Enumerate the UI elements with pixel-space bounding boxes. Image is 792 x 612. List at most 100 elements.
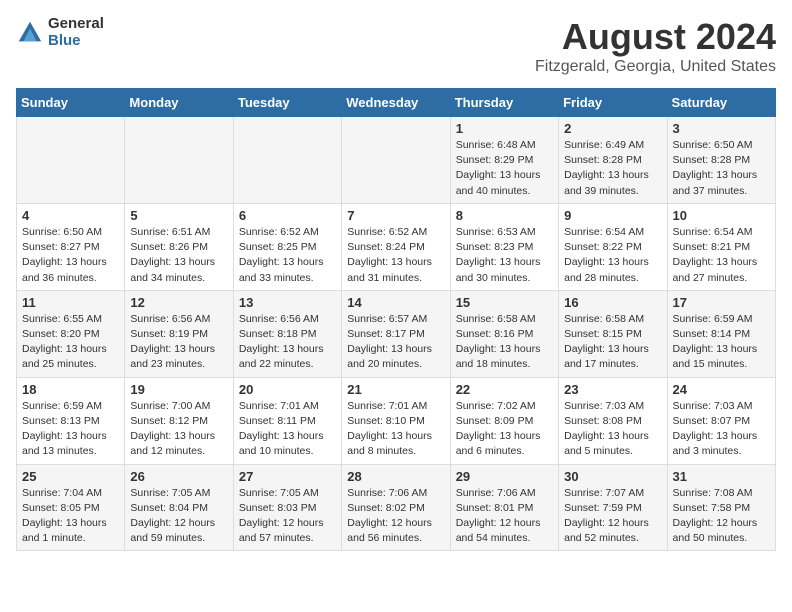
calendar-cell: 31 Sunrise: 7:08 AM Sunset: 7:58 PM Dayli…	[667, 464, 775, 551]
calendar-cell: 3Sunrise: 6:50 AM Sunset: 8:28 PM Daylig…	[667, 117, 775, 204]
day-number: 30	[564, 469, 661, 484]
day-detail: Sunrise: 6:52 AM Sunset: 8:25 PM Dayligh…	[239, 225, 336, 286]
day-detail: Sunrise: 6:52 AM Sunset: 8:24 PM Dayligh…	[347, 225, 444, 286]
calendar-week-5: 25 Sunrise: 7:04 AM Sunset: 8:05 PM Dayli…	[17, 464, 776, 551]
calendar-cell	[125, 117, 233, 204]
calendar-cell: 22Sunrise: 7:02 AM Sunset: 8:09 PM Dayli…	[450, 377, 558, 464]
day-number: 19	[130, 382, 227, 397]
day-detail: Sunrise: 6:53 AM Sunset: 8:23 PM Dayligh…	[456, 225, 553, 286]
calendar-cell: 26 Sunrise: 7:05 AM Sunset: 8:04 PM Dayli…	[125, 464, 233, 551]
day-number: 21	[347, 382, 444, 397]
calendar-cell: 24 Sunrise: 7:03 AM Sunset: 8:07 PM Dayli…	[667, 377, 775, 464]
day-detail: Sunrise: 6:51 AM Sunset: 8:26 PM Dayligh…	[130, 225, 227, 286]
calendar-cell: 10Sunrise: 6:54 AM Sunset: 8:21 PM Dayli…	[667, 203, 775, 290]
calendar-cell: 1 Sunrise: 6:48 AM Sunset: 8:29 PM Daylig…	[450, 117, 558, 204]
header-friday: Friday	[559, 89, 667, 117]
title-block: August 2024 Fitzgerald, Georgia, United …	[535, 16, 776, 76]
main-title: August 2024	[535, 16, 776, 58]
day-detail: Sunrise: 7:03 AM Sunset: 8:08 PM Dayligh…	[564, 399, 661, 460]
day-detail: Sunrise: 7:03 AM Sunset: 8:07 PM Dayligh…	[673, 399, 770, 460]
header-row: Sunday Monday Tuesday Wednesday Thursday…	[17, 89, 776, 117]
calendar-cell: 14 Sunrise: 6:57 AM Sunset: 8:17 PM Dayli…	[342, 290, 450, 377]
calendar-cell: 25 Sunrise: 7:04 AM Sunset: 8:05 PM Dayli…	[17, 464, 125, 551]
day-number: 1	[456, 121, 553, 136]
day-number: 22	[456, 382, 553, 397]
day-detail: Sunrise: 6:49 AM Sunset: 8:28 PM Dayligh…	[564, 138, 661, 199]
subtitle: Fitzgerald, Georgia, United States	[535, 58, 776, 76]
calendar-cell: 18Sunrise: 6:59 AM Sunset: 8:13 PM Dayli…	[17, 377, 125, 464]
day-number: 3	[673, 121, 770, 136]
calendar-cell: 23Sunrise: 7:03 AM Sunset: 8:08 PM Dayli…	[559, 377, 667, 464]
header-saturday: Saturday	[667, 89, 775, 117]
header-monday: Monday	[125, 89, 233, 117]
calendar-week-2: 4Sunrise: 6:50 AM Sunset: 8:27 PM Daylig…	[17, 203, 776, 290]
day-number: 24	[673, 382, 770, 397]
day-number: 25	[22, 469, 119, 484]
day-number: 5	[130, 208, 227, 223]
calendar-cell	[17, 117, 125, 204]
day-number: 28	[347, 469, 444, 484]
calendar-cell: 20 Sunrise: 7:01 AM Sunset: 8:11 PM Dayli…	[233, 377, 341, 464]
calendar-cell	[233, 117, 341, 204]
calendar-header: Sunday Monday Tuesday Wednesday Thursday…	[17, 89, 776, 117]
day-number: 8	[456, 208, 553, 223]
day-detail: Sunrise: 6:50 AM Sunset: 8:27 PM Dayligh…	[22, 225, 119, 286]
day-number: 6	[239, 208, 336, 223]
calendar-cell: 19 Sunrise: 7:00 AM Sunset: 8:12 PM Dayli…	[125, 377, 233, 464]
calendar-cell: 12 Sunrise: 6:56 AM Sunset: 8:19 PM Dayli…	[125, 290, 233, 377]
day-number: 31	[673, 469, 770, 484]
day-detail: Sunrise: 6:56 AM Sunset: 8:19 PM Dayligh…	[130, 312, 227, 373]
day-detail: Sunrise: 6:48 AM Sunset: 8:29 PM Dayligh…	[456, 138, 553, 199]
calendar-cell: 16 Sunrise: 6:58 AM Sunset: 8:15 PM Dayli…	[559, 290, 667, 377]
day-number: 12	[130, 295, 227, 310]
day-detail: Sunrise: 7:04 AM Sunset: 8:05 PM Dayligh…	[22, 486, 119, 547]
logo: General Blue	[16, 16, 104, 49]
day-detail: Sunrise: 6:58 AM Sunset: 8:15 PM Dayligh…	[564, 312, 661, 373]
logo-icon	[16, 19, 44, 47]
day-number: 13	[239, 295, 336, 310]
logo-general-text: General	[48, 16, 104, 33]
header-thursday: Thursday	[450, 89, 558, 117]
day-number: 15	[456, 295, 553, 310]
calendar-cell: 21 Sunrise: 7:01 AM Sunset: 8:10 PM Dayli…	[342, 377, 450, 464]
logo-text: General Blue	[48, 16, 104, 49]
calendar-cell: 13Sunrise: 6:56 AM Sunset: 8:18 PM Dayli…	[233, 290, 341, 377]
day-detail: Sunrise: 7:00 AM Sunset: 8:12 PM Dayligh…	[130, 399, 227, 460]
calendar-cell	[342, 117, 450, 204]
day-number: 20	[239, 382, 336, 397]
header-sunday: Sunday	[17, 89, 125, 117]
day-number: 7	[347, 208, 444, 223]
calendar-cell: 29 Sunrise: 7:06 AM Sunset: 8:01 PM Dayli…	[450, 464, 558, 551]
day-number: 9	[564, 208, 661, 223]
day-detail: Sunrise: 6:59 AM Sunset: 8:14 PM Dayligh…	[673, 312, 770, 373]
day-detail: Sunrise: 7:01 AM Sunset: 8:10 PM Dayligh…	[347, 399, 444, 460]
day-number: 14	[347, 295, 444, 310]
day-detail: Sunrise: 7:01 AM Sunset: 8:11 PM Dayligh…	[239, 399, 336, 460]
day-detail: Sunrise: 6:57 AM Sunset: 8:17 PM Dayligh…	[347, 312, 444, 373]
logo-blue-text: Blue	[48, 33, 104, 50]
day-number: 17	[673, 295, 770, 310]
day-detail: Sunrise: 7:07 AM Sunset: 7:59 PM Dayligh…	[564, 486, 661, 547]
day-detail: Sunrise: 7:08 AM Sunset: 7:58 PM Dayligh…	[673, 486, 770, 547]
header-wednesday: Wednesday	[342, 89, 450, 117]
calendar-table: Sunday Monday Tuesday Wednesday Thursday…	[16, 88, 776, 551]
day-number: 29	[456, 469, 553, 484]
calendar-cell: 9Sunrise: 6:54 AM Sunset: 8:22 PM Daylig…	[559, 203, 667, 290]
day-number: 16	[564, 295, 661, 310]
header-tuesday: Tuesday	[233, 89, 341, 117]
day-number: 18	[22, 382, 119, 397]
day-detail: Sunrise: 7:06 AM Sunset: 8:01 PM Dayligh…	[456, 486, 553, 547]
calendar-cell: 17 Sunrise: 6:59 AM Sunset: 8:14 PM Dayli…	[667, 290, 775, 377]
day-detail: Sunrise: 7:05 AM Sunset: 8:04 PM Dayligh…	[130, 486, 227, 547]
day-number: 26	[130, 469, 227, 484]
calendar-cell: 27Sunrise: 7:05 AM Sunset: 8:03 PM Dayli…	[233, 464, 341, 551]
day-detail: Sunrise: 7:05 AM Sunset: 8:03 PM Dayligh…	[239, 486, 336, 547]
calendar-cell: 15Sunrise: 6:58 AM Sunset: 8:16 PM Dayli…	[450, 290, 558, 377]
calendar-week-3: 11Sunrise: 6:55 AM Sunset: 8:20 PM Dayli…	[17, 290, 776, 377]
calendar-cell: 2Sunrise: 6:49 AM Sunset: 8:28 PM Daylig…	[559, 117, 667, 204]
day-number: 11	[22, 295, 119, 310]
calendar-body: 1 Sunrise: 6:48 AM Sunset: 8:29 PM Daylig…	[17, 117, 776, 551]
calendar-cell: 11Sunrise: 6:55 AM Sunset: 8:20 PM Dayli…	[17, 290, 125, 377]
calendar-week-4: 18Sunrise: 6:59 AM Sunset: 8:13 PM Dayli…	[17, 377, 776, 464]
calendar-cell: 6 Sunrise: 6:52 AM Sunset: 8:25 PM Daylig…	[233, 203, 341, 290]
